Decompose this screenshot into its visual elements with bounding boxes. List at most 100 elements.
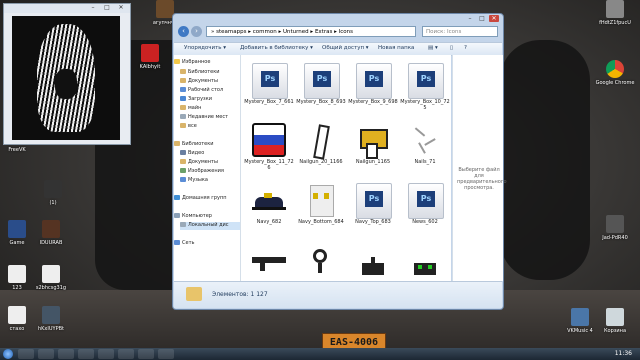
drive-icon [180, 222, 186, 227]
nav-item[interactable]: Загрузки [180, 96, 240, 104]
desktop-icon-recycle-bin[interactable]: Корзина [590, 308, 640, 334]
file-item[interactable]: Ps News_602 [399, 177, 451, 235]
file-item[interactable]: Navy_Bottom_684 [295, 177, 347, 235]
help-icon[interactable]: ? [464, 45, 467, 51]
close-icon[interactable]: ✕ [116, 4, 126, 11]
close-icon[interactable]: ✕ [489, 15, 499, 22]
photoshop-file-icon: Ps [408, 183, 444, 219]
desktop-icon-hkxi[interactable]: hKxIUYPBt [26, 306, 76, 332]
preview-pane-icon[interactable]: ▯ [450, 45, 453, 51]
taskbar: 11:36 [0, 348, 640, 360]
device-thumbnail [356, 243, 390, 277]
camera-thumbnail [304, 243, 338, 277]
nav-libraries[interactable]: Библиотеки [174, 141, 240, 149]
freevk-label: FreeVK [8, 147, 26, 153]
nav-item[interactable]: Недавние мест [180, 114, 240, 122]
navy-pants-thumbnail [304, 183, 338, 217]
file-item[interactable]: Mystery_Box_11_726 [243, 117, 295, 175]
add-to-library-button[interactable]: Добавить в библиотеку ▾ [240, 45, 313, 51]
explorer-window[interactable]: – □ ✕ ‹ › » steamapps ▸ common ▸ Unturne… [172, 13, 507, 310]
minimize-icon[interactable]: – [465, 15, 475, 22]
desktop-icon-top-right[interactable]: fHdtZ1fpucU [590, 0, 640, 26]
window-caption: – □ ✕ [4, 4, 130, 13]
file-item[interactable] [347, 237, 399, 281]
image-viewer-window[interactable]: – □ ✕ [3, 3, 131, 145]
folder-icon [186, 287, 202, 301]
star-icon [174, 59, 180, 64]
file-list[interactable]: Ps Mystery_Box_7_661 Ps Mystery_Box_8_693 … [241, 55, 451, 281]
nav-homegroup[interactable]: Домашняя групп [174, 195, 240, 203]
nav-item[interactable]: Музыка [180, 177, 240, 185]
photoshop-file-icon: Ps [252, 63, 288, 99]
file-item[interactable]: Nailgun_20_1166 [295, 117, 347, 175]
nav-item[interactable]: Рабочий стол [180, 87, 240, 95]
file-item[interactable] [243, 237, 295, 281]
recent-icon [180, 114, 186, 119]
maximize-icon[interactable]: □ [477, 15, 487, 22]
file-item[interactable]: Nailgun_1165 [347, 117, 399, 175]
lion-image [12, 16, 120, 140]
search-input[interactable]: Поиск: Icons [422, 26, 498, 37]
status-bar: Элементов: 1 127 [174, 281, 502, 308]
clock[interactable]: 11:36 [615, 350, 632, 357]
desktop-icon-s2bh[interactable]: s2bhcsg31g [26, 265, 76, 291]
desktop-icon-1[interactable]: (1) [28, 180, 78, 206]
navigation-pane[interactable]: Избранное Библиотеки Документы Рабочий с… [174, 55, 241, 281]
car-right [500, 40, 590, 280]
file-item[interactable]: Nails_71 [399, 117, 451, 175]
folder-icon [180, 69, 186, 74]
file-item[interactable]: Ps Mystery_Box_9_698 [347, 57, 399, 115]
desktop-icon-iduurab[interactable]: IDUURAB [26, 220, 76, 246]
nav-favorites[interactable]: Избранное [174, 59, 240, 67]
file-item[interactable]: Ps Navy_Top_683 [347, 177, 399, 235]
taskbar-explorer[interactable] [18, 349, 34, 359]
address-bar[interactable]: » steamapps ▸ common ▸ Unturned ▸ Extras… [206, 26, 416, 37]
photoshop-file-icon: Ps [356, 63, 392, 99]
nav-item[interactable]: Изображения [180, 168, 240, 176]
taskbar-app[interactable] [58, 349, 74, 359]
taskbar-app[interactable] [138, 349, 154, 359]
desktop-icon-chrome[interactable]: Google Chrome [590, 60, 640, 86]
forward-icon[interactable]: › [191, 26, 202, 37]
folder-icon [180, 78, 186, 83]
file-item[interactable]: Navy_682 [243, 177, 295, 235]
nav-item[interactable]: все [180, 123, 240, 131]
item-count: Элементов: 1 127 [212, 291, 268, 298]
nav-item-selected[interactable]: Локальный дис [180, 222, 240, 230]
file-item[interactable]: Ps Mystery_Box_8_693 [295, 57, 347, 115]
taskbar-app[interactable] [98, 349, 114, 359]
desktop-icon-kalbhyit[interactable]: KAlbhyit [125, 44, 175, 70]
mystery-box-thumbnail [252, 123, 286, 157]
network-icon [174, 240, 180, 245]
taskbar-app[interactable] [38, 349, 54, 359]
photoshop-file-icon: Ps [408, 63, 444, 99]
documents-icon [180, 159, 186, 164]
file-item[interactable]: Ps Mystery_Box_7_661 [243, 57, 295, 115]
nav-computer[interactable]: Компьютер [174, 213, 240, 221]
taskbar-app[interactable] [118, 349, 134, 359]
photoshop-file-icon: Ps [304, 63, 340, 99]
gun-thumbnail [252, 243, 286, 277]
back-icon[interactable]: ‹ [178, 26, 189, 37]
file-item[interactable] [399, 237, 451, 281]
taskbar-app[interactable] [78, 349, 94, 359]
file-item[interactable]: Ps Mystery_Box_10_725 [399, 57, 451, 115]
start-button[interactable] [3, 349, 13, 359]
taskbar-app[interactable] [158, 349, 174, 359]
organize-button[interactable]: Упорядочить ▾ [184, 45, 226, 51]
desktop-icon-jad[interactable]: Jad-PdR40 [590, 215, 640, 241]
new-folder-button[interactable]: Новая папка [378, 45, 414, 51]
nav-item[interactable]: Документы [180, 78, 240, 86]
nav-item[interactable]: майн [180, 105, 240, 113]
nav-item[interactable]: Документы [180, 159, 240, 167]
nav-item[interactable]: Библиотеки [180, 69, 240, 77]
maximize-icon[interactable]: □ [102, 4, 112, 11]
nailgun-thumbnail [356, 123, 390, 159]
nav-item[interactable]: Видео [180, 150, 240, 158]
share-button[interactable]: Общий доступ ▾ [322, 45, 369, 51]
minimize-icon[interactable]: – [88, 4, 98, 11]
nailgun-thumbnail [304, 123, 338, 160]
nav-network[interactable]: Сеть [174, 240, 240, 248]
view-icon[interactable]: ▤ ▾ [428, 45, 438, 51]
file-item[interactable] [295, 237, 347, 281]
